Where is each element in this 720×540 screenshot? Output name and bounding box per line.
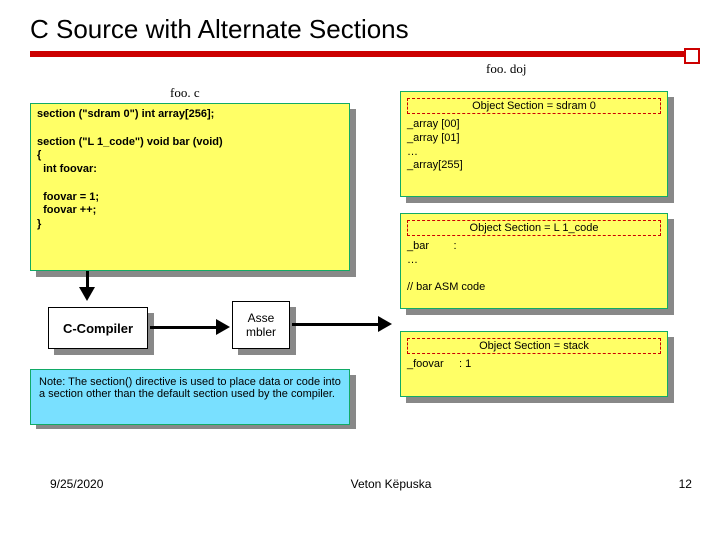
assembler-box: Asse mbler	[232, 301, 290, 349]
slide-title: C Source with Alternate Sections	[0, 0, 720, 51]
note-box: Note: The section() directive is used to…	[30, 369, 350, 425]
c-compiler-label: C-Compiler	[63, 321, 133, 336]
source-code-box: section ("sdram 0") int array[256]; sect…	[30, 103, 350, 271]
slide-footer: 9/25/2020 Veton Këpuska 12	[0, 477, 720, 491]
code-line: section ("sdram 0") int array[256];	[37, 108, 214, 120]
obj-section-stack: Object Section = stack _foovar : 1	[400, 331, 668, 397]
code-line: foovar ++;	[37, 204, 96, 216]
arrow-right-icon	[216, 319, 230, 335]
obj-line: …	[407, 254, 418, 266]
obj-line: …	[407, 146, 418, 158]
obj-section-title: Object Section = stack	[407, 338, 661, 354]
c-compiler-box: C-Compiler	[48, 307, 148, 349]
obj-line: // bar ASM code	[407, 281, 485, 293]
obj-line: _foovar : 1	[407, 358, 471, 370]
footer-author: Veton Këpuska	[351, 477, 432, 491]
arrow-right-icon	[378, 316, 392, 332]
code-line: {	[37, 149, 41, 161]
obj-section-sdram0: Object Section = sdram 0 _array [00] _ar…	[400, 91, 668, 197]
code-line: section ("L 1_code") void bar (void)	[37, 136, 223, 148]
label-doj: foo. doj	[486, 61, 526, 77]
obj-section-title: Object Section = L 1_code	[407, 220, 661, 236]
footer-page: 12	[679, 477, 692, 491]
code-line: foovar = 1;	[37, 191, 99, 203]
code-line: }	[37, 218, 41, 230]
footer-date: 9/25/2020	[50, 477, 103, 491]
obj-line: _array [01]	[407, 132, 460, 144]
obj-line: _bar :	[407, 240, 457, 252]
obj-line: _array [00]	[407, 118, 460, 130]
slide-body: foo. doj foo. c section ("sdram 0") int …	[0, 57, 720, 497]
assembler-label: Asse mbler	[246, 311, 276, 339]
obj-section-title: Object Section = sdram 0	[407, 98, 661, 114]
obj-section-l1code: Object Section = L 1_code _bar : … // ba…	[400, 213, 668, 309]
arrow-down-icon	[79, 287, 95, 301]
label-src: foo. c	[170, 85, 200, 101]
code-line: int foovar:	[37, 163, 97, 175]
obj-line: _array[255]	[407, 159, 463, 171]
